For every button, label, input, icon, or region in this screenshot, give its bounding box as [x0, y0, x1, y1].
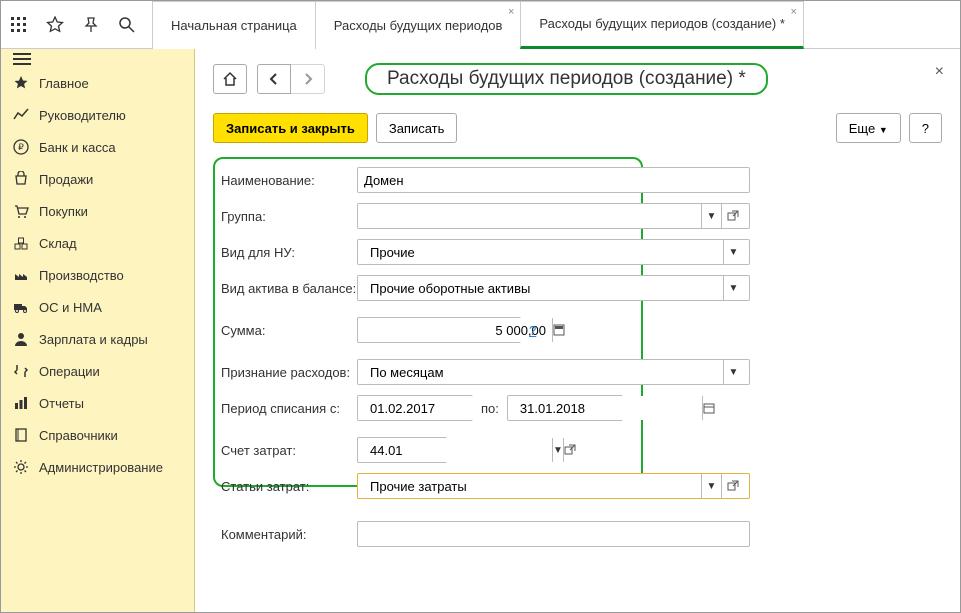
sidebar-item-reports[interactable]: Отчеты	[1, 387, 194, 419]
home-button[interactable]	[213, 64, 247, 94]
chevron-down-icon[interactable]: ▼	[552, 438, 563, 462]
star-icon[interactable]	[37, 1, 73, 49]
top-toolbar: Начальная страница Расходы будущих перио…	[1, 1, 960, 49]
vidnu-select[interactable]: ▼	[357, 239, 750, 265]
account-select[interactable]: ▼	[357, 437, 447, 463]
sum-label: Сумма:	[221, 323, 357, 338]
sidebar-label: Зарплата и кадры	[39, 332, 148, 347]
tab-label: Начальная страница	[171, 18, 297, 33]
recognition-input[interactable]	[364, 360, 723, 384]
forward-button[interactable]	[291, 64, 325, 94]
sidebar-label: Продажи	[39, 172, 93, 187]
asset-input[interactable]	[364, 276, 723, 300]
save-button[interactable]: Записать	[376, 113, 458, 143]
tab-home[interactable]: Начальная страница	[152, 1, 316, 49]
period-to-label: по:	[481, 401, 499, 416]
more-button[interactable]: Еще ▼	[836, 113, 901, 143]
sum-input-wrap	[357, 317, 521, 343]
search-icon[interactable]	[109, 1, 145, 49]
costitems-input[interactable]	[364, 474, 701, 498]
sidebar-label: Администрирование	[39, 460, 163, 475]
asset-select[interactable]: ▼	[357, 275, 750, 301]
account-input[interactable]	[364, 438, 552, 462]
apps-icon[interactable]	[1, 1, 37, 49]
pin-icon[interactable]	[73, 1, 109, 49]
sidebar-label: Производство	[39, 268, 124, 283]
tab-rbp-create[interactable]: Расходы будущих периодов (создание) * ×	[520, 1, 803, 49]
svg-text:₽: ₽	[18, 142, 24, 152]
name-input[interactable]	[357, 167, 750, 193]
chevron-down-icon[interactable]: ▼	[723, 276, 743, 300]
period-to-input[interactable]	[514, 396, 702, 420]
sidebar: Главное Руководителю ₽ Банк и касса Прода…	[1, 49, 195, 612]
tab-label: Расходы будущих периодов	[334, 18, 503, 33]
costitems-label: Статьи затрат:	[221, 479, 357, 494]
close-icon[interactable]: ×	[790, 6, 796, 18]
sidebar-item-sales[interactable]: Продажи	[1, 163, 194, 195]
sidebar-item-admin[interactable]: Администрирование	[1, 451, 194, 483]
sum-input[interactable]	[364, 318, 552, 342]
sidebar-label: Главное	[39, 76, 89, 91]
back-button[interactable]	[257, 64, 291, 94]
comment-input[interactable]	[357, 521, 750, 547]
open-external-icon[interactable]	[563, 438, 576, 462]
asset-label: Вид актива в балансе:	[221, 281, 357, 296]
comment-label: Комментарий:	[221, 527, 357, 542]
close-icon[interactable]: ×	[508, 6, 514, 18]
save-close-button[interactable]: Записать и закрыть	[213, 113, 368, 143]
name-label: Наименование:	[221, 173, 357, 188]
more-label: Еще	[849, 121, 875, 136]
sidebar-item-operations[interactable]: Операции	[1, 355, 194, 387]
recognition-label: Признание расходов:	[221, 365, 357, 380]
group-select[interactable]: ▼	[357, 203, 750, 229]
tab-rbp[interactable]: Расходы будущих периодов ×	[315, 1, 522, 49]
chevron-down-icon[interactable]: ▼	[723, 240, 743, 264]
sidebar-item-purchases[interactable]: Покупки	[1, 195, 194, 227]
sidebar-item-warehouse[interactable]: Склад	[1, 227, 194, 259]
sidebar-label: Склад	[39, 236, 77, 251]
chevron-down-icon[interactable]: ▼	[701, 474, 721, 498]
sidebar-label: Банк и касса	[39, 140, 116, 155]
page-title: Расходы будущих периодов (создание) *	[365, 63, 768, 95]
tab-label: Расходы будущих периодов (создание) *	[539, 16, 784, 31]
vidnu-input[interactable]	[364, 240, 723, 264]
costitems-select[interactable]: ▼	[357, 473, 750, 499]
sidebar-label: Покупки	[39, 204, 88, 219]
sidebar-label: Отчеты	[39, 396, 84, 411]
sidebar-item-bank[interactable]: ₽ Банк и касса	[1, 131, 194, 163]
sidebar-item-assets[interactable]: ОС и НМА	[1, 291, 194, 323]
sidebar-label: Руководителю	[39, 108, 126, 123]
recognition-select[interactable]: ▼	[357, 359, 750, 385]
help-button[interactable]: ?	[909, 113, 942, 143]
sidebar-label: Операции	[39, 364, 100, 379]
calendar-icon[interactable]	[702, 396, 715, 420]
sidebar-item-production[interactable]: Производство	[1, 259, 194, 291]
open-external-icon[interactable]	[721, 474, 743, 498]
sidebar-item-directories[interactable]: Справочники	[1, 419, 194, 451]
account-label: Счет затрат:	[221, 443, 357, 458]
sum-help-link[interactable]: ?	[529, 323, 536, 338]
calculator-icon[interactable]	[552, 318, 565, 342]
sidebar-label: ОС и НМА	[39, 300, 102, 315]
vidnu-label: Вид для НУ:	[221, 245, 357, 260]
chevron-down-icon[interactable]: ▼	[701, 204, 721, 228]
sidebar-item-main[interactable]: Главное	[1, 67, 194, 99]
menu-toggle-icon[interactable]	[1, 55, 194, 67]
open-external-icon[interactable]	[721, 204, 743, 228]
period-to-input-wrap	[507, 395, 623, 421]
sidebar-item-hr[interactable]: Зарплата и кадры	[1, 323, 194, 355]
chevron-down-icon[interactable]: ▼	[723, 360, 743, 384]
period-from-label: Период списания с:	[221, 401, 357, 416]
sidebar-item-manager[interactable]: Руководителю	[1, 99, 194, 131]
sidebar-label: Справочники	[39, 428, 118, 443]
close-form-icon[interactable]: ×	[935, 63, 944, 81]
content-area: × Расходы будущих периодов (создание) * …	[195, 49, 960, 612]
tab-bar: Начальная страница Расходы будущих перио…	[153, 1, 804, 49]
group-input[interactable]	[364, 204, 701, 228]
period-from-input-wrap	[357, 395, 473, 421]
group-label: Группа:	[221, 209, 357, 224]
